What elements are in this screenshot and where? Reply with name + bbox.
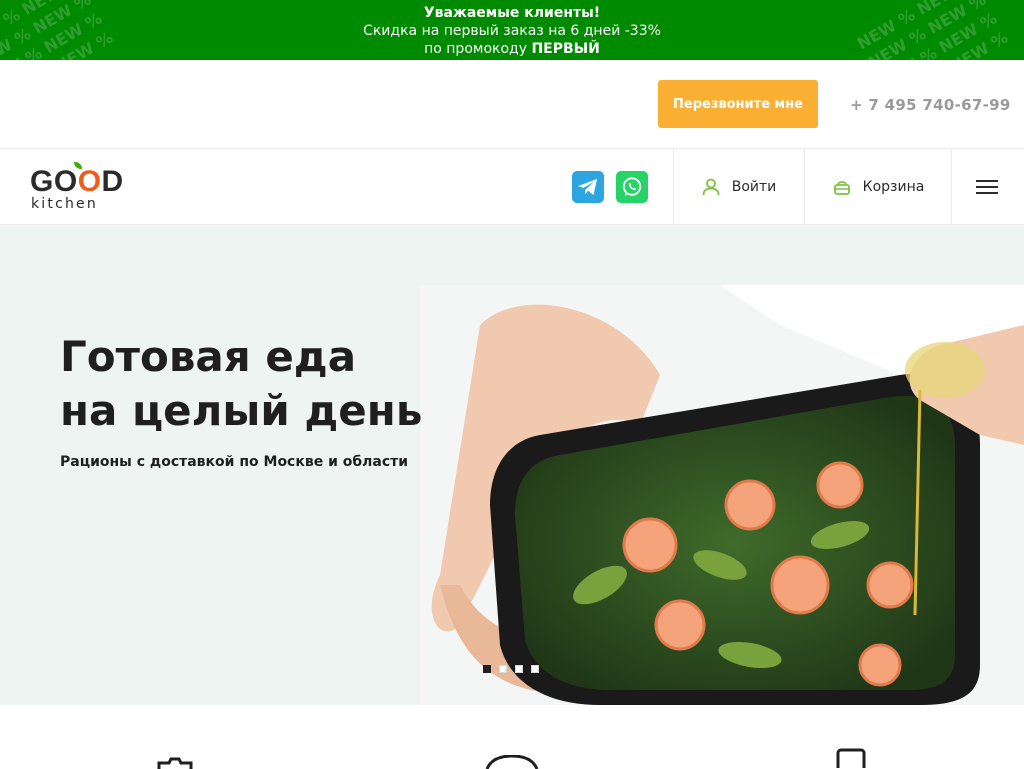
phone-number[interactable]: + 7 495 740-67-99 [850,96,1011,114]
promo-text: Уважаемые клиенты! Скидка на первый зака… [0,4,1024,58]
hero-slider: Готовая еда на целый день Рационы с дост… [0,225,1024,705]
basket-icon [833,181,850,195]
hero-subtitle: Рационы с доставкой по Москве и области [60,454,409,470]
promo-discount: Скидка на первый заказ на 6 дней -33% [363,23,661,39]
slider-dot-3[interactable] [515,665,523,673]
phone-icon [836,748,866,768]
hamburger-menu-icon [976,180,998,194]
hero-title: Готовая еда на целый день [60,330,422,438]
features-row [0,705,1024,769]
slider-dots [483,665,539,673]
clock-icon [485,755,539,769]
delivery-icon [157,757,193,769]
promo-code: ПЕРВЫЙ [531,41,600,57]
user-icon [702,178,720,196]
telegram-icon [578,178,598,196]
promo-banner: NEW % NEW %NEW % NEW %NEW % NEW %NEW % N… [0,0,1024,60]
promo-title: Уважаемые клиенты! [423,5,601,21]
hero-image [420,285,1024,705]
cart-button[interactable]: Корзина [804,149,952,225]
slider-dot-4[interactable] [531,665,539,673]
slider-dot-1[interactable] [483,665,491,673]
hero-title-line1: Готовая еда [60,332,357,381]
telegram-button[interactable] [572,171,604,203]
cart-label: Корзина [862,179,925,195]
logo-subtitle: kitchen [31,196,98,212]
login-label: Войти [731,179,777,195]
callback-button[interactable]: Перезвоните мне [658,80,818,128]
whatsapp-icon [622,177,642,197]
logo-word: GOOD [30,165,124,198]
login-button[interactable]: Войти [673,149,804,225]
menu-button[interactable] [951,149,1024,225]
top-bar: Перезвоните мне + 7 495 740-67-99 [0,60,1024,149]
header-nav: GOOD kitchen Войти Корзина [0,149,1024,225]
logo[interactable]: GOOD kitchen [30,162,140,213]
hero-title-line2: на целый день [60,386,423,435]
slider-dot-2[interactable] [499,665,507,673]
promo-code-line: по промокоду ПЕРВЫЙ [424,41,600,57]
whatsapp-button[interactable] [616,171,648,203]
